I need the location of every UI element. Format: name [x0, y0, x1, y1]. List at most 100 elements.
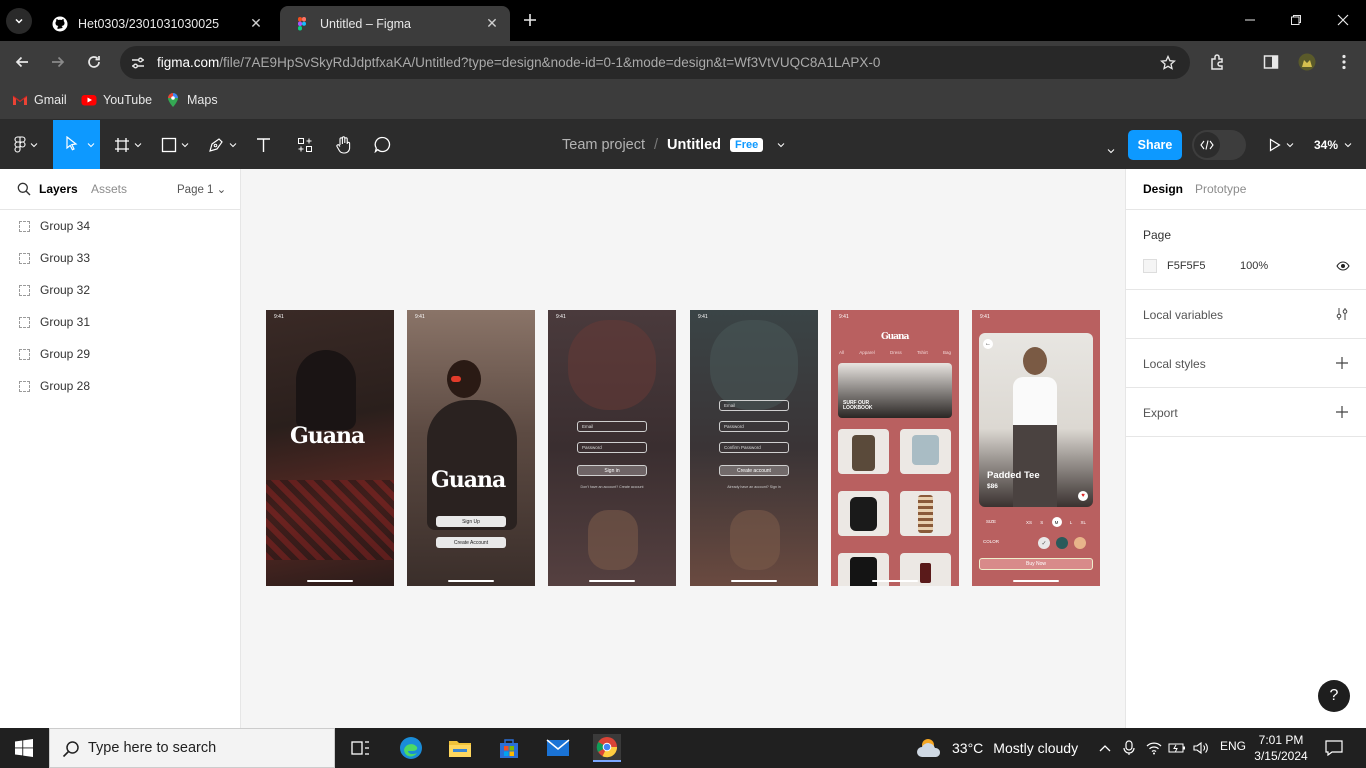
local-styles-section[interactable]: Local styles: [1126, 339, 1366, 388]
email-field[interactable]: Email: [577, 421, 647, 432]
close-window-button[interactable]: [1333, 10, 1353, 30]
move-tool[interactable]: [53, 120, 100, 169]
comment-tool[interactable]: [374, 132, 391, 157]
category-tab[interactable]: Bag: [943, 350, 951, 355]
product-card[interactable]: [838, 429, 889, 474]
frame-tool[interactable]: [114, 132, 142, 157]
address-bar[interactable]: figma.com/file/7AE9HpSvSkyRdJdptfxaKA/Un…: [120, 46, 1190, 79]
taskbar-search-box[interactable]: Type here to search: [49, 728, 335, 768]
page-opacity-value[interactable]: 100%: [1240, 260, 1268, 272]
reload-button[interactable]: [83, 51, 105, 73]
password-field[interactable]: Password: [719, 421, 789, 432]
heart-icon[interactable]: ♥: [1078, 491, 1088, 501]
forward-button[interactable]: [47, 51, 69, 73]
file-explorer-app[interactable]: [446, 734, 474, 762]
task-view-button[interactable]: [347, 734, 375, 762]
team-name[interactable]: Team project: [562, 137, 645, 153]
category-tab[interactable]: Tshirt: [917, 350, 928, 355]
avatar-dropdown[interactable]: [1103, 138, 1115, 163]
dev-mode-toggle[interactable]: [1192, 130, 1246, 160]
taskbar-clock[interactable]: 7:01 PM 3/15/2024: [1252, 732, 1310, 764]
frame-sign-in[interactable]: 9:41 Email Password Sign in Don't have a…: [548, 310, 676, 586]
restore-button[interactable]: [1286, 10, 1306, 30]
layer-row[interactable]: Group 31: [0, 306, 240, 338]
back-button[interactable]: [11, 51, 33, 73]
chevron-down-icon[interactable]: [777, 141, 785, 149]
layer-row[interactable]: Group 34: [0, 210, 240, 242]
hand-tool[interactable]: [335, 132, 352, 157]
frame-sign-up[interactable]: 9:41 Email Password Confirm Password Cre…: [690, 310, 818, 586]
zoom-dropdown[interactable]: 34%: [1314, 138, 1352, 152]
shape-tool[interactable]: [161, 132, 189, 157]
sign-up-button[interactable]: Sign Up: [436, 516, 506, 527]
store-app[interactable]: [495, 734, 523, 762]
export-section[interactable]: Export: [1126, 388, 1366, 437]
size-option[interactable]: L: [1070, 520, 1073, 525]
meet-now-icon[interactable]: [1120, 739, 1138, 757]
local-variables-section[interactable]: Local variables: [1126, 290, 1366, 339]
category-tab[interactable]: Apparel: [859, 350, 875, 355]
close-tab-icon[interactable]: ✕: [248, 15, 264, 31]
chrome-app[interactable]: [593, 734, 621, 762]
network-icon[interactable]: [1145, 739, 1163, 757]
layer-row[interactable]: Group 32: [0, 274, 240, 306]
browser-menu-button[interactable]: [1334, 52, 1354, 72]
mail-app[interactable]: [544, 734, 572, 762]
search-icon[interactable]: [17, 182, 31, 196]
color-swatch[interactable]: [1074, 537, 1086, 549]
back-arrow-icon[interactable]: ←: [983, 339, 993, 349]
plus-icon[interactable]: [1335, 405, 1349, 419]
minimize-button[interactable]: [1240, 10, 1260, 30]
frame-splash[interactable]: 9:41 Guana: [266, 310, 394, 586]
product-card[interactable]: [900, 491, 951, 536]
language-indicator[interactable]: ENG: [1220, 739, 1246, 757]
lookbook-banner[interactable]: SURF OUR LOOKBOOK: [838, 363, 952, 418]
battery-icon[interactable]: [1168, 739, 1186, 757]
weather-widget[interactable]: 33°C Mostly cloudy: [916, 736, 1078, 760]
size-option-selected[interactable]: M: [1051, 517, 1062, 527]
volume-icon[interactable]: [1192, 739, 1210, 757]
new-tab-button[interactable]: [520, 10, 540, 30]
eye-icon[interactable]: [1336, 261, 1350, 271]
resources-tool[interactable]: [297, 132, 313, 157]
confirm-password-field[interactable]: Confirm Password: [719, 442, 789, 453]
help-button[interactable]: ?: [1318, 680, 1350, 712]
bookmark-gmail[interactable]: Gmail: [12, 92, 67, 108]
bookmark-star-button[interactable]: [1158, 53, 1178, 73]
size-option[interactable]: S: [1040, 520, 1043, 525]
sign-in-button[interactable]: Sign in: [577, 465, 647, 476]
buy-now-button[interactable]: Buy Now: [979, 558, 1093, 570]
pen-tool[interactable]: [208, 132, 237, 157]
page-color-swatch[interactable]: [1143, 259, 1157, 273]
variables-icon[interactable]: [1335, 307, 1349, 321]
category-tab[interactable]: All: [839, 350, 844, 355]
create-account-button[interactable]: Create account: [719, 465, 789, 476]
present-button[interactable]: [1268, 132, 1294, 157]
extensions-button[interactable]: [1208, 52, 1228, 72]
tab-layers[interactable]: Layers: [39, 182, 78, 196]
bookmark-maps[interactable]: Maps: [165, 92, 218, 108]
plus-icon[interactable]: [1335, 356, 1349, 370]
password-field[interactable]: Password: [577, 442, 647, 453]
size-option[interactable]: XL: [1080, 520, 1086, 525]
close-tab-icon[interactable]: ✕: [484, 15, 500, 31]
frame-welcome[interactable]: 9:41 Guana Sign Up Create Account: [407, 310, 535, 586]
color-swatch-selected[interactable]: ✓: [1038, 537, 1050, 549]
product-card[interactable]: [900, 429, 951, 474]
side-panel-button[interactable]: [1261, 52, 1281, 72]
tab-search-button[interactable]: [6, 8, 32, 34]
show-hidden-icons-button[interactable]: [1096, 739, 1114, 757]
layer-row[interactable]: Group 29: [0, 338, 240, 370]
tab-github[interactable]: Het0303/2301031030025 ✕: [38, 6, 274, 41]
category-tab[interactable]: Dress: [890, 350, 902, 355]
edge-app[interactable]: [397, 734, 425, 762]
page-dropdown[interactable]: Page 1 ⌄: [177, 182, 226, 196]
email-field[interactable]: Email: [719, 400, 789, 411]
color-swatch[interactable]: [1056, 537, 1068, 549]
tab-design[interactable]: Design: [1143, 182, 1183, 196]
profile-avatar[interactable]: [1297, 52, 1317, 72]
tab-prototype[interactable]: Prototype: [1195, 182, 1246, 196]
page-color-value[interactable]: F5F5F5: [1167, 260, 1206, 272]
plan-badge[interactable]: Free: [730, 138, 764, 152]
product-card[interactable]: [838, 491, 889, 536]
